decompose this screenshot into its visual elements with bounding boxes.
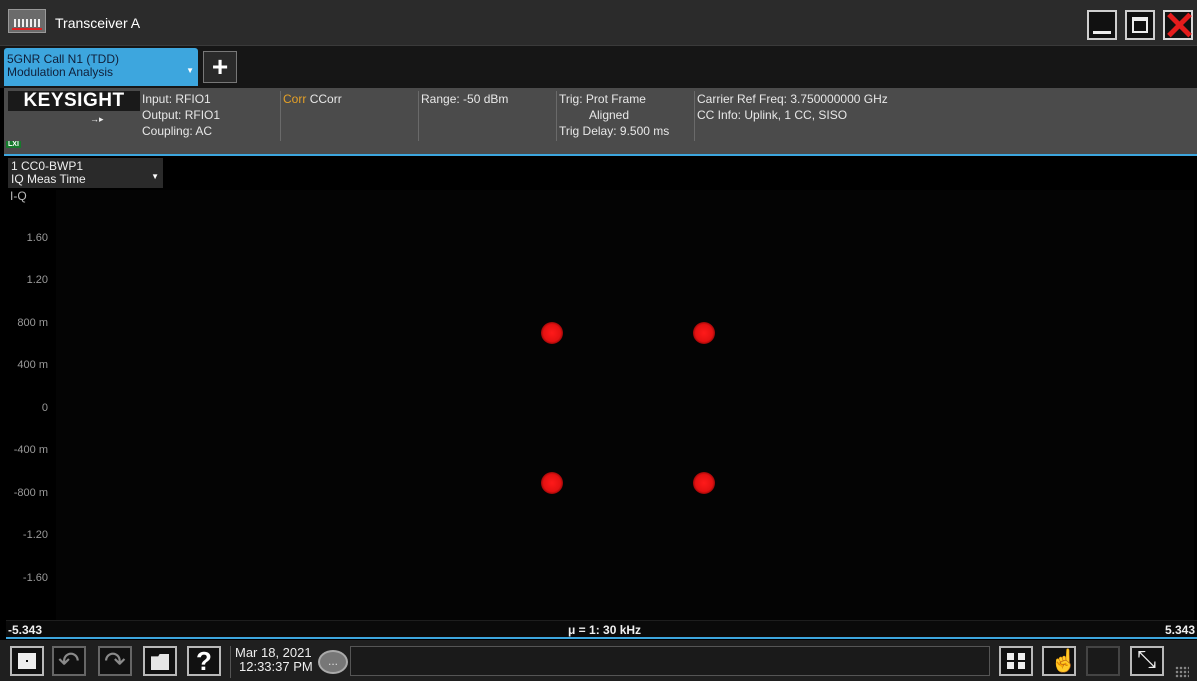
file-folder-button[interactable] xyxy=(143,646,177,676)
y-tick-label: 1.60 xyxy=(26,232,48,244)
window-selector[interactable]: 1 CC0-BWP1 IQ Meas Time ▼ xyxy=(8,158,163,188)
window-layout-button[interactable] xyxy=(999,646,1033,676)
constellation-point xyxy=(692,321,715,344)
x-axis-bar: -5.343 μ = 1: 30 kHz 5.343 xyxy=(6,620,1197,639)
cc-info: CC Info: Uplink, 1 CC, SISO xyxy=(697,108,848,122)
app-logo-icon xyxy=(8,9,46,33)
redo-button[interactable]: ↷ xyxy=(98,646,132,676)
trig-setting: Trig: Prot Frame xyxy=(559,92,646,106)
y-tick-label: -800 m xyxy=(13,487,48,499)
undo-button[interactable]: ↶ xyxy=(52,646,86,676)
carrier-settings[interactable]: Carrier Ref Freq: 3.750000000 GHz CC Inf… xyxy=(694,91,994,141)
y-tick-label: -1.20 xyxy=(22,529,48,541)
dropdown-arrow-icon: ▼ xyxy=(186,66,194,75)
window-title: Transceiver A xyxy=(55,15,141,31)
date-time-display: Mar 18, 2021 12:33:37 PM xyxy=(230,646,316,678)
dropdown-arrow-icon: ▼ xyxy=(151,172,159,181)
lxi-badge: LXI xyxy=(6,141,21,148)
minimize-button[interactable] xyxy=(1087,10,1117,40)
y-tick-label: 800 m xyxy=(17,317,48,329)
constellation-point xyxy=(692,472,715,495)
input-settings[interactable]: Input: RFIO1 Output: RFIO1 Coupling: AC xyxy=(142,91,280,139)
keysight-logo: KEYSIGHT xyxy=(8,91,140,111)
y-tick-label: 400 m xyxy=(17,359,48,371)
mode-tab-5gnr[interactable]: 5GNR Call N1 (TDD) Modulation Analysis ▼ xyxy=(4,48,198,86)
status-message-bar xyxy=(350,646,990,676)
mode-tab-row: 5GNR Call N1 (TDD) Modulation Analysis ▼… xyxy=(0,46,1197,88)
plot-label: I-Q xyxy=(10,189,27,203)
redo-icon: ↷ xyxy=(104,646,126,676)
disabled-toolbar-button xyxy=(1086,646,1120,676)
zoom-window-button[interactable] xyxy=(1130,646,1164,676)
y-tick-label: 0 xyxy=(41,402,48,414)
iq-constellation-plot[interactable] xyxy=(56,190,1194,620)
constellation-point xyxy=(541,472,564,495)
close-button[interactable] xyxy=(1163,10,1193,40)
input-setting: Input: RFIO1 xyxy=(142,92,211,106)
correction-settings[interactable]: Corr CCorr xyxy=(280,91,418,141)
carrier-ref-freq: Carrier Ref Freq: 3.750000000 GHz xyxy=(697,92,888,106)
range-settings[interactable]: Range: -50 dBm xyxy=(418,91,556,141)
y-tick-label: -400 m xyxy=(13,444,48,456)
touch-mode-button[interactable] xyxy=(1042,646,1077,676)
signal-flow-icon: →▸ xyxy=(90,114,104,124)
range-setting: Range: -50 dBm xyxy=(421,92,509,106)
taskbar: ↶ ↷ ? Mar 18, 2021 12:33:37 PM ... xyxy=(0,640,1197,681)
coupling-setting: Coupling: AC xyxy=(142,124,213,138)
settings-panel[interactable]: KEYSIGHT →▸ LXI Input: RFIO1 Output: RFI… xyxy=(4,88,1197,156)
constellation-point xyxy=(541,321,564,344)
corr-value: CCorr xyxy=(309,92,342,106)
corr-label: Corr xyxy=(283,92,307,106)
add-mode-button[interactable]: + xyxy=(203,51,237,83)
maximize-button[interactable] xyxy=(1125,10,1155,40)
x-axis-start: -5.343 xyxy=(8,623,43,637)
y-tick-label: -1.60 xyxy=(22,572,48,584)
windows-start-button[interactable] xyxy=(10,646,44,676)
undo-icon: ↶ xyxy=(58,646,80,676)
trig-aligned: Aligned xyxy=(589,108,630,122)
output-setting: Output: RFIO1 xyxy=(142,108,221,122)
time-label: 12:33:37 PM xyxy=(239,659,313,674)
title-bar: Transceiver A xyxy=(0,0,1197,46)
x-axis-stop: 5.343 xyxy=(1164,623,1195,637)
resize-grip-icon[interactable] xyxy=(1175,666,1189,678)
help-button[interactable]: ? xyxy=(187,646,221,676)
message-icon[interactable]: ... xyxy=(318,650,348,674)
numerology-label: μ = 1: 30 kHz xyxy=(568,623,642,637)
window-title-line2: IQ Meas Time xyxy=(11,172,86,186)
y-tick-label: 1.20 xyxy=(26,274,48,286)
mode-tab-line2: Modulation Analysis xyxy=(7,65,114,79)
date-label: Mar 18, 2021 xyxy=(235,645,312,660)
trigger-settings[interactable]: Trig: Prot Frame Aligned Trig Delay: 9.5… xyxy=(556,91,694,141)
trig-delay: Trig Delay: 9.500 ms xyxy=(559,124,670,138)
